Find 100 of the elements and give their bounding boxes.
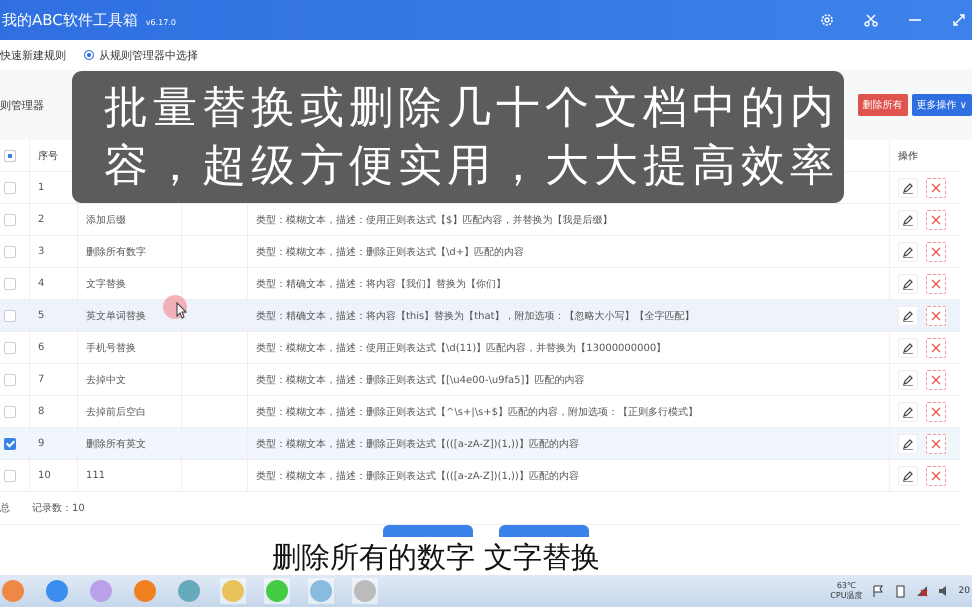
delete-button[interactable] <box>926 274 946 294</box>
row-checkbox[interactable] <box>4 374 16 386</box>
summary-label: 总 <box>0 502 10 515</box>
flag-icon[interactable] <box>870 584 885 598</box>
table-cell-text: 类型：模糊文本，描述：使用正则表达式【\d(11)】匹配内容，并替换为【13000000000】 <box>256 342 666 354</box>
scissors-icon[interactable] <box>864 13 878 27</box>
close-icon[interactable] <box>930 278 942 290</box>
table-cell-text: 手机号替换 <box>86 342 136 354</box>
pencil-icon[interactable] <box>902 214 914 226</box>
table-cell: 2 <box>38 214 44 225</box>
row-checkbox[interactable] <box>4 406 16 418</box>
temperature-label: CPU温度 <box>830 590 863 601</box>
table-cell: 7 <box>38 374 44 385</box>
table-cell: 8 <box>38 406 44 417</box>
close-icon[interactable] <box>930 406 942 418</box>
record-count: 记录数：10 <box>32 502 85 515</box>
table-cell: 3 <box>38 246 44 257</box>
section-title: 则管理器 <box>0 98 44 112</box>
pencil-icon[interactable] <box>902 182 914 194</box>
close-icon[interactable] <box>930 246 942 258</box>
table-cell-text: 去掉前后空白 <box>86 406 146 418</box>
clock: 20 <box>958 586 970 596</box>
close-icon[interactable] <box>930 214 942 226</box>
row-checkbox[interactable] <box>4 438 16 450</box>
edit-button[interactable] <box>898 210 918 230</box>
radio-label[interactable]: 从规则管理器中选择 <box>99 48 198 62</box>
radio-button[interactable] <box>84 50 94 60</box>
select-all-checkbox[interactable] <box>4 150 16 162</box>
table-cell: 1 <box>38 182 44 193</box>
close-icon[interactable] <box>930 470 942 482</box>
version-label: v6.17.0 <box>146 18 176 26</box>
row-checkbox[interactable] <box>4 342 16 354</box>
delete-button[interactable] <box>926 370 946 390</box>
delete-button[interactable] <box>926 338 946 358</box>
pencil-icon[interactable] <box>902 406 914 418</box>
edit-button[interactable] <box>898 338 918 358</box>
edit-button[interactable] <box>898 402 918 422</box>
delete-button[interactable] <box>926 402 946 422</box>
close-icon[interactable] <box>930 310 942 322</box>
radio-label[interactable]: 快速新建规则 <box>0 48 66 62</box>
delete-button[interactable] <box>926 466 946 486</box>
table-cell-text: 去掉中文 <box>86 374 126 386</box>
table-cell-text: 删除所有数字 <box>86 246 146 258</box>
edit-button[interactable] <box>898 466 918 486</box>
close-icon[interactable] <box>930 374 942 386</box>
settings-icon[interactable] <box>820 13 834 27</box>
table-cell: 6 <box>38 342 44 353</box>
delete-button[interactable] <box>926 306 946 326</box>
row-checkbox[interactable] <box>4 214 16 226</box>
delete-all-button[interactable]: 删除所有 <box>858 94 908 116</box>
pencil-icon[interactable] <box>902 438 914 450</box>
edit-button[interactable] <box>898 434 918 454</box>
close-icon[interactable] <box>930 342 942 354</box>
pencil-icon[interactable] <box>902 342 914 354</box>
table-cell-text: 类型：模糊文本，描述：删除正则表达式【[\u4e00-\u9fa5]】匹配的内容 <box>256 374 584 386</box>
close-icon[interactable] <box>930 438 942 450</box>
temperature-value: 63℃ <box>836 581 856 590</box>
pencil-icon[interactable] <box>902 470 914 482</box>
table-cell-text: 类型：模糊文本，描述：使用正则表达式【$】匹配内容，并替换为【我是后缀】 <box>256 214 612 226</box>
maximize-icon[interactable] <box>952 13 966 27</box>
edit-button[interactable] <box>898 370 918 390</box>
row-checkbox[interactable] <box>4 246 16 258</box>
delete-button[interactable] <box>926 434 946 454</box>
delete-button[interactable] <box>926 178 946 198</box>
table-cell-text: 添加后缀 <box>86 214 126 226</box>
row-checkbox[interactable] <box>4 278 16 290</box>
pencil-icon[interactable] <box>902 374 914 386</box>
table-cell-text: 类型：模糊文本，描述：删除正则表达式【^\s+|\s+$】匹配的内容，附加选项：【正则多行模式】 <box>256 406 698 418</box>
edit-button[interactable] <box>898 242 918 262</box>
table-cell: 4 <box>38 278 44 289</box>
delete-button[interactable] <box>926 210 946 230</box>
edit-button[interactable] <box>898 274 918 294</box>
table-cell-text: 类型：精确文本，描述：将内容【this】替换为【that】，附加选项：【忽略大小写】【全字匹配】 <box>256 310 695 322</box>
table-cell-text: 文字替换 <box>86 278 126 290</box>
table-cell-text: 类型：模糊文本，描述：删除正则表达式【\d+】匹配的内容 <box>256 246 524 258</box>
more-actions-button[interactable]: 更多操作 ∨ <box>912 94 972 116</box>
close-icon[interactable] <box>930 182 942 194</box>
caption-text: 批量替换或删除几十个文档中的内容，超级方便实用，大大提高效率 <box>104 81 840 193</box>
table-cell: 9 <box>38 438 44 449</box>
column-header: 操作 <box>898 150 918 162</box>
subtitle-text: 删除所有的数字 文字替换 <box>272 541 600 573</box>
edit-button[interactable] <box>898 178 918 198</box>
table-cell: 10 <box>38 470 51 481</box>
table-cell: 5 <box>38 310 44 321</box>
row-checkbox[interactable] <box>4 470 16 482</box>
window-title: 我的ABC软件工具箱 <box>2 10 138 30</box>
column-header: 序号 <box>38 150 58 162</box>
pencil-icon[interactable] <box>902 246 914 258</box>
table-cell-text: 英文单词替换 <box>86 310 146 322</box>
pencil-icon[interactable] <box>902 310 914 322</box>
table-cell-text: 删除所有英文 <box>86 438 146 450</box>
table-cell: 111 <box>86 470 106 481</box>
pencil-icon[interactable] <box>902 278 914 290</box>
row-checkbox[interactable] <box>4 182 16 194</box>
network-icon[interactable] <box>914 584 929 598</box>
delete-button[interactable] <box>926 242 946 262</box>
row-checkbox[interactable] <box>4 310 16 322</box>
table-cell-text: 类型：模糊文本，描述：删除正则表达式【(([a-zA-Z])(1,))】匹配的内容 <box>256 470 579 482</box>
edit-button[interactable] <box>898 306 918 326</box>
table-cell-text: 类型：模糊文本，描述：删除正则表达式【(([a-zA-Z])(1,))】匹配的内容 <box>256 438 579 450</box>
